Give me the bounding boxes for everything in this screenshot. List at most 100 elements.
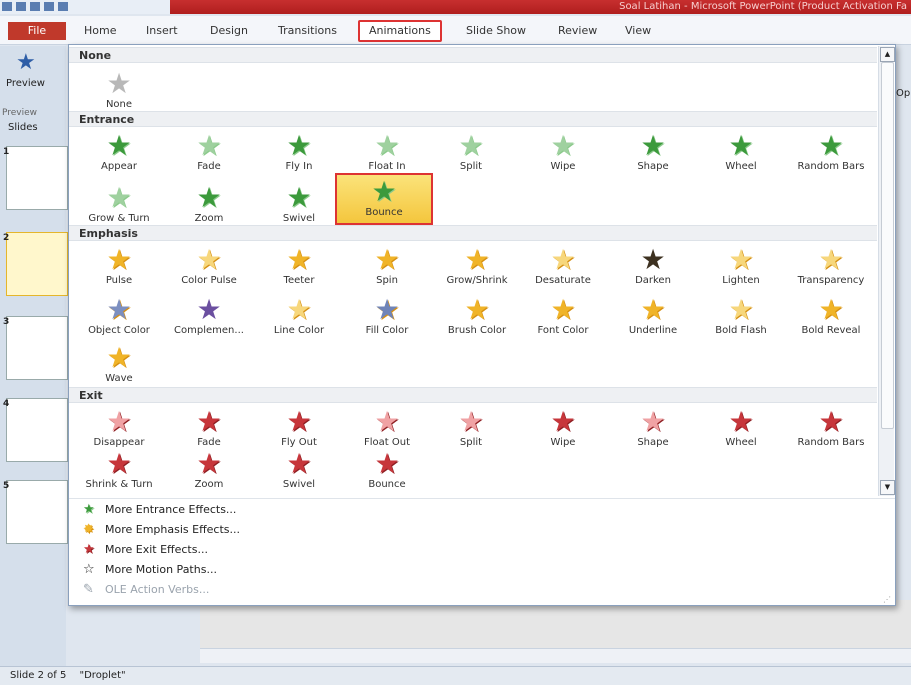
resize-grip-icon[interactable]: ⋰ (883, 595, 891, 604)
effect-exit-wipe[interactable]: ★ Wipe (517, 405, 609, 459)
tab-slide-show[interactable]: Slide Show (466, 22, 526, 40)
effect-color-pulse[interactable]: ★ Color Pulse (163, 243, 255, 297)
green-star-icon: ★ (640, 129, 666, 162)
effect-exit-bounce[interactable]: ★ Bounce (341, 447, 433, 498)
red-star-icon: ★ (286, 405, 312, 438)
gold-star-icon: ★ (374, 243, 400, 276)
tab-view[interactable]: View (625, 22, 651, 40)
effect-exit-wheel[interactable]: ★ Wheel (695, 405, 787, 459)
effect-label: Bounce (368, 479, 406, 490)
tab-design[interactable]: Design (210, 22, 248, 40)
red-star-icon: ★ (818, 405, 844, 438)
more-entrance-effects[interactable]: ★ More Entrance Effects... (83, 501, 236, 519)
effect-label: Float In (368, 161, 406, 172)
effect-random-bars[interactable]: ★ Random Bars (785, 129, 877, 183)
effect-shrink-turn[interactable]: ★ Shrink & Turn (73, 447, 165, 498)
effect-desaturate[interactable]: ★ Desaturate (517, 243, 609, 297)
effect-pulse[interactable]: ★ Pulse (73, 243, 165, 297)
scroll-down-icon[interactable]: ▼ (880, 480, 895, 495)
effect-bounce-selected[interactable]: ★ Bounce (335, 173, 433, 225)
horizontal-scrollbar[interactable] (200, 648, 911, 663)
effect-bold-flash[interactable]: ★ Bold Flash (695, 293, 787, 347)
effect-shape[interactable]: ★ Shape (607, 129, 699, 183)
green-star-icon: ★ (196, 129, 222, 162)
preview-group-label: Preview (2, 108, 38, 118)
gallery-scrollbar[interactable]: ▲ ▼ (878, 46, 895, 496)
effect-font-color[interactable]: ★ Font Color (517, 293, 609, 347)
tab-home[interactable]: Home (84, 22, 116, 40)
effect-label: Grow/Shrink (446, 275, 508, 286)
effect-darken[interactable]: ★ Darken (607, 243, 699, 297)
effect-spin[interactable]: ★ Spin (341, 243, 433, 297)
effect-object-color[interactable]: ★ Object Color (73, 293, 165, 347)
effect-split[interactable]: ★ Split (425, 129, 517, 183)
tab-insert[interactable]: Insert (146, 22, 178, 40)
section-none: None (69, 47, 877, 63)
effect-grow-shrink[interactable]: ★ Grow/Shrink (431, 243, 523, 297)
slide-thumbnail[interactable]: 5 (3, 480, 68, 544)
effect-fade[interactable]: ★ Fade (163, 129, 255, 183)
tab-transitions[interactable]: Transitions (278, 22, 337, 40)
green-star-icon: ★ (286, 129, 312, 162)
effect-exit-random-bars[interactable]: ★ Random Bars (785, 405, 877, 459)
more-emphasis-effects[interactable]: ✸ More Emphasis Effects... (83, 521, 240, 539)
effect-line-color[interactable]: ★ Line Color (253, 293, 345, 347)
slide-thumbnail[interactable]: 3 (3, 316, 68, 380)
effect-label: Appear (101, 161, 137, 172)
scroll-up-icon[interactable]: ▲ (880, 47, 895, 62)
motion-path-icon: ☆ (83, 562, 95, 577)
effect-fill-color[interactable]: ★ Fill Color (341, 293, 433, 347)
effect-brush-color[interactable]: ★ Brush Color (431, 293, 523, 347)
preview-button[interactable]: Preview (6, 78, 45, 89)
red-star-icon: ★ (196, 447, 222, 480)
effect-transparency[interactable]: ★ Transparency (785, 243, 877, 297)
green-star-icon: ★ (106, 181, 132, 214)
effect-label: Split (459, 161, 483, 172)
tab-file[interactable]: File (8, 22, 66, 40)
effect-fly-in[interactable]: ★ Fly In (253, 129, 345, 183)
dark-star-icon: ★ (640, 243, 666, 276)
effect-complementary[interactable]: ★ Complemen... (163, 293, 255, 347)
gold-star-icon: ★ (818, 243, 844, 276)
effect-wipe[interactable]: ★ Wipe (517, 129, 609, 183)
effect-exit-shape[interactable]: ★ Shape (607, 405, 699, 459)
effect-exit-zoom[interactable]: ★ Zoom (163, 447, 255, 498)
effect-exit-split[interactable]: ★ Split (425, 405, 517, 459)
menu-label: More Entrance Effects... (105, 503, 237, 516)
slide-number: 1 (3, 147, 10, 157)
scrollbar-thumb[interactable] (881, 62, 894, 429)
tab-animations[interactable]: Animations (358, 20, 442, 42)
effect-underline[interactable]: ★ Underline (607, 293, 699, 347)
blue-star-icon: ★ (374, 293, 400, 326)
slide-thumbnail-selected[interactable]: 2 (3, 232, 68, 296)
gold-star-icon: ★ (286, 243, 312, 276)
effect-teeter[interactable]: ★ Teeter (253, 243, 345, 297)
more-effects-menu: ★ More Entrance Effects... ✸ More Emphasis… (69, 498, 895, 605)
effect-wheel[interactable]: ★ Wheel (695, 129, 787, 183)
slide-thumbnail[interactable]: 4 (3, 398, 68, 462)
effect-appear[interactable]: ★ Appear (73, 129, 165, 183)
more-motion-paths[interactable]: ☆ More Motion Paths... (83, 561, 217, 579)
slide-canvas[interactable] (200, 600, 911, 650)
section-exit: Exit (69, 387, 877, 403)
tab-review[interactable]: Review (558, 22, 597, 40)
preview-icon[interactable]: ★ (16, 50, 36, 75)
gold-star-icon: ★ (728, 243, 754, 276)
quick-access-toolbar[interactable] (0, 0, 170, 14)
gold-star-icon: ★ (640, 293, 666, 326)
effect-lighten[interactable]: ★ Lighten (695, 243, 787, 297)
effect-label: Transparency (797, 275, 865, 286)
green-star-icon: ★ (728, 129, 754, 162)
slide-thumbnail[interactable]: 1 (3, 146, 68, 210)
section-entrance: Entrance (69, 111, 877, 127)
effect-label: Pulse (105, 275, 133, 286)
more-exit-effects[interactable]: ★ More Exit Effects... (83, 541, 208, 559)
effect-bold-reveal[interactable]: ★ Bold Reveal (785, 293, 877, 347)
red-star-icon: ★ (286, 447, 312, 480)
slides-tab[interactable]: Slides (8, 122, 38, 133)
effect-exit-swivel[interactable]: ★ Swivel (253, 447, 345, 498)
menu-label: More Exit Effects... (105, 543, 208, 556)
green-star-icon: ★ (371, 175, 397, 208)
red-star-icon: ★ (374, 405, 400, 438)
effect-label: Wheel (725, 161, 757, 172)
